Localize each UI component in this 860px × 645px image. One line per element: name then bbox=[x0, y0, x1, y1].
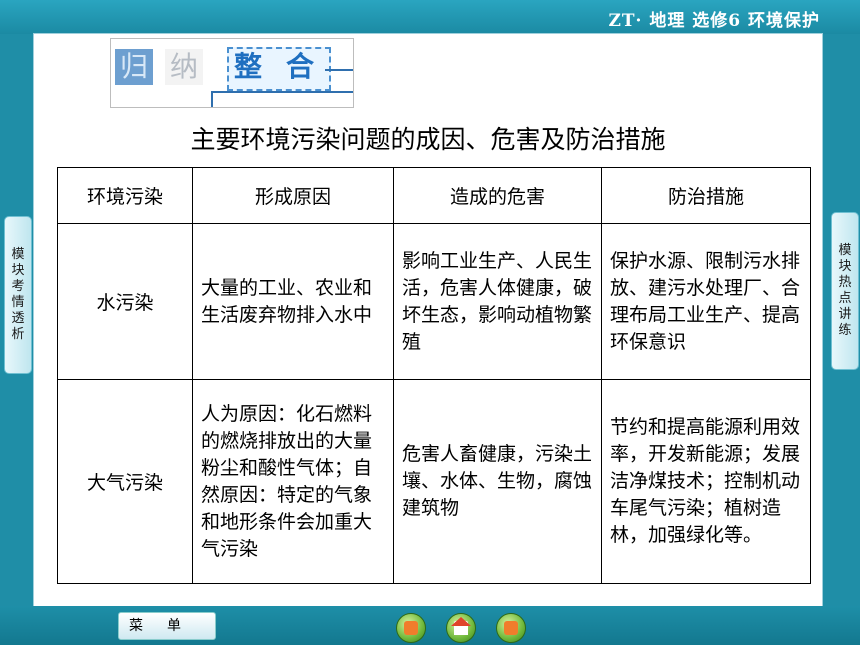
badge-decor-line bbox=[325, 69, 353, 93]
next-icon[interactable] bbox=[496, 613, 526, 643]
page-title: 主要环境污染问题的成因、危害及防治措施 bbox=[190, 125, 666, 154]
column-header: 造成的危害 bbox=[393, 167, 602, 224]
side-tab-char: 练 bbox=[838, 323, 852, 338]
slide-panel: 归 纳 整 合 主要环境污染问题的成因、危害及防治措施 环境污染 形成原因 造成… bbox=[34, 34, 822, 606]
side-tab-char: 块 bbox=[838, 259, 852, 274]
pollution-table: 环境污染 形成原因 造成的危害 防治措施 水污染 大量的工业、农业和生活废弃物排… bbox=[57, 167, 811, 584]
summary-badge: 归 纳 整 合 bbox=[110, 38, 354, 108]
side-tab-char: 讲 bbox=[838, 307, 852, 322]
course-title: ZT· 地理 选修6 环境保护 bbox=[608, 11, 820, 31]
side-tab-char: 透 bbox=[11, 311, 25, 326]
menu-button[interactable]: 菜单 bbox=[118, 612, 216, 640]
side-tab-char: 模 bbox=[838, 243, 852, 258]
pollution-type-cell: 水污染 bbox=[57, 223, 193, 380]
side-tab-char: 点 bbox=[838, 291, 852, 306]
badge-char: 纳 bbox=[165, 49, 203, 85]
side-tab-module-practice[interactable]: 模 块 热 点 讲 练 bbox=[831, 212, 859, 370]
side-tab-char: 模 bbox=[11, 247, 25, 262]
cause-cell: 大量的工业、农业和生活废弃物排入水中 bbox=[192, 223, 394, 380]
top-bar: ZT· 地理 选修6 环境保护 bbox=[0, 0, 860, 34]
column-header: 环境污染 bbox=[57, 167, 193, 224]
badge-char: 合 bbox=[285, 50, 314, 83]
side-tab-char: 情 bbox=[11, 295, 25, 310]
column-header: 形成原因 bbox=[192, 167, 394, 224]
prev-glyph bbox=[404, 621, 418, 635]
side-tab-char: 考 bbox=[11, 279, 25, 294]
side-tab-char: 块 bbox=[11, 263, 25, 278]
prev-icon[interactable] bbox=[396, 613, 426, 643]
harm-cell: 影响工业生产、人民生活，危害人体健康，破坏生态，影响动植物繁殖 bbox=[393, 223, 602, 380]
home-roof bbox=[451, 617, 471, 626]
side-tab-char: 析 bbox=[11, 327, 25, 342]
harm-cell: 危害人畜健康，污染土壤、水体、生物，腐蚀建筑物 bbox=[393, 379, 602, 584]
side-tab-module-analysis[interactable]: 模 块 考 情 透 析 bbox=[4, 216, 32, 374]
badge-decor-line bbox=[211, 91, 353, 107]
pollution-type-cell: 大气污染 bbox=[57, 379, 193, 584]
home-icon[interactable] bbox=[446, 613, 476, 643]
side-tab-char: 热 bbox=[838, 275, 852, 290]
measures-cell: 保护水源、限制污水排放、建污水处理厂、合理布局工业生产、提高环保意识 bbox=[601, 223, 811, 380]
table-header-row: 环境污染 形成原因 造成的危害 防治措施 bbox=[57, 167, 811, 224]
measures-cell: 节约和提高能源利用效率，开发新能源；发展洁净煤技术；控制机动车尾气污染；植树造林… bbox=[601, 379, 811, 584]
next-glyph bbox=[504, 621, 518, 635]
table-row: 大气污染 人为原因：化石燃料的燃烧排放出的大量粉尘和酸性气体；自然原因：特定的气… bbox=[57, 379, 811, 584]
cause-cell: 人为原因：化石燃料的燃烧排放出的大量粉尘和酸性气体；自然原因：特定的气象和地形条… bbox=[192, 379, 394, 584]
column-header: 防治措施 bbox=[601, 167, 811, 224]
badge-char: 整 bbox=[233, 50, 262, 83]
table-row: 水污染 大量的工业、农业和生活废弃物排入水中 影响工业生产、人民生活，危害人体健… bbox=[57, 223, 811, 380]
badge-char: 归 bbox=[115, 49, 153, 85]
